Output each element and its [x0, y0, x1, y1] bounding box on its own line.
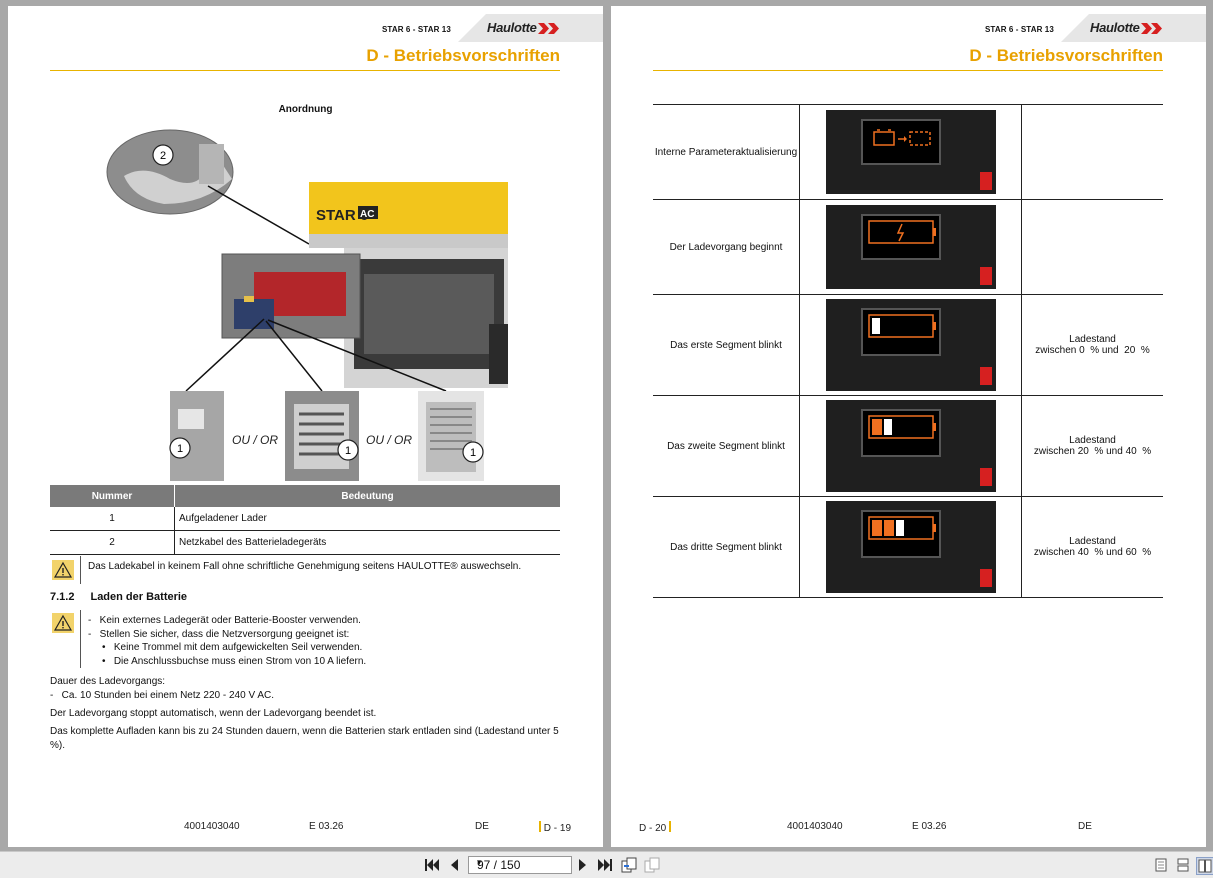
page-number-select[interactable]: 97 / 150 ▾: [468, 856, 572, 874]
auto-stop-text: Der Ladevorgang stoppt automatisch, wenn…: [50, 708, 377, 719]
status-value: Ladestand zwischen 20 % und 40 %: [1021, 395, 1163, 497]
previous-page-icon: [451, 859, 458, 871]
footer-edition: E 03.26: [309, 821, 344, 832]
haulotte-logo: Haulotte: [1090, 20, 1163, 35]
warning-bar: [80, 610, 81, 668]
svg-text:1: 1: [177, 443, 183, 455]
charger-figure: STAR 6 AC OU / OR OU / OR 2 1 1 1: [104, 124, 509, 481]
svg-text:1: 1: [470, 447, 476, 459]
section-title: D - Betriebsvorschriften: [366, 46, 560, 65]
chevron-down-icon: ▾: [477, 857, 482, 867]
charge-status-table: Interne Parameteraktualisierung Der Lade…: [653, 104, 1163, 598]
section-rule: [653, 70, 1163, 71]
go-forward-view-button[interactable]: [644, 857, 660, 873]
status-value: [1021, 104, 1163, 200]
machine-badge: AC: [360, 209, 374, 220]
svg-text:2: 2: [160, 150, 166, 162]
section-heading: 7.1.2 Laden der Batterie: [50, 591, 188, 603]
back-view-icon: [621, 857, 637, 873]
status-value: Ladestand zwischen 0 % und 20 %: [1021, 294, 1163, 396]
table-row: Das zweite Segment blinkt Ladestand zwisc…: [653, 395, 1163, 497]
brand-name: Haulotte: [487, 20, 537, 35]
duration-item: - Ca. 10 Stunden bei einem Netz 220 - 24…: [50, 690, 275, 701]
duration-label: Dauer des Ladevorgangs:: [50, 676, 166, 687]
callout-2: 2: [152, 144, 174, 166]
last-page-button[interactable]: [597, 857, 613, 873]
footer-edition: E 03.26: [912, 821, 947, 832]
header-model: STAR 6 - STAR 13: [382, 25, 451, 34]
table-row: Das erste Segment blinkt Ladestand zwisch…: [653, 294, 1163, 396]
table-row: Das dritte Segment blinkt Ladestand zwisc…: [653, 496, 1163, 598]
status-label: Das erste Segment blinkt: [653, 294, 800, 396]
status-value: Ladestand zwischen 40 % und 60 %: [1021, 496, 1163, 598]
single-page-icon: [1155, 858, 1167, 872]
warning-list: - Kein externes Ladegerät oder Batterie-…: [88, 615, 367, 667]
figure-title: Anordnung: [278, 104, 333, 115]
previous-page-button[interactable]: [446, 857, 462, 873]
callout-1c: 1: [462, 441, 484, 463]
two-page-icon: [1198, 859, 1212, 873]
charging-start-screen-icon: [825, 205, 996, 289]
svg-text:1: 1: [345, 445, 351, 457]
table-row: Der Ladevorgang beginnt: [653, 199, 1163, 295]
two-page-view-button[interactable]: [1196, 857, 1213, 875]
footer-language: DE: [475, 821, 489, 832]
footer-doc-number: 4001403040: [184, 821, 240, 832]
next-page-button[interactable]: [575, 857, 591, 873]
warning-bar: [80, 556, 81, 584]
warning-text-1: Das Ladekabel in keinem Fall ohne schrif…: [88, 561, 522, 572]
footer-page-number: D - 19: [539, 821, 571, 834]
forward-view-icon: [644, 857, 660, 873]
full-charge-text: Das komplette Aufladen kann bis zu 24 St…: [50, 726, 559, 751]
warning-icon: [52, 613, 74, 633]
footer-language: DE: [1078, 821, 1092, 832]
col-header-meaning: Bedeutung: [174, 485, 560, 507]
left-page: STAR 6 - STAR 13 Haulotte D - Betriebsvo…: [8, 6, 603, 847]
param-update-screen-icon: [825, 110, 996, 194]
single-page-view-button[interactable]: [1153, 857, 1169, 873]
first-page-icon: [425, 859, 439, 871]
status-value: [1021, 199, 1163, 295]
status-label: Das zweite Segment blinkt: [653, 395, 800, 497]
battery-segment-2-screen-icon: [825, 400, 996, 492]
go-back-view-button[interactable]: [621, 857, 637, 873]
section-rule: [50, 70, 560, 71]
status-label: Das dritte Segment blinkt: [653, 496, 800, 598]
col-header-number: Nummer: [50, 485, 175, 507]
table-row: 2 Netzkabel des Batterieladegeräts: [50, 530, 560, 555]
continuous-page-icon: [1177, 858, 1189, 872]
table-row: 1 Aufgeladener Lader: [50, 507, 560, 531]
status-label: Der Ladevorgang beginnt: [653, 199, 800, 295]
callout-1a: 1: [169, 437, 191, 459]
warning-icon: [52, 560, 74, 580]
table-row: Interne Parameteraktualisierung: [653, 104, 1163, 200]
viewer-toolbar: 97 / 150 ▾: [0, 851, 1213, 878]
battery-segment-3-screen-icon: [825, 501, 996, 593]
footer-page-number: D - 20: [639, 821, 672, 834]
brand-name: Haulotte: [1090, 20, 1140, 35]
section-title: D - Betriebsvorschriften: [969, 46, 1163, 65]
or-label-1: OU / OR: [232, 433, 278, 447]
first-page-button[interactable]: [424, 857, 440, 873]
charger-illustration: STAR 6 AC OU / OR OU / OR 2 1 1 1: [106, 129, 509, 481]
battery-segment-1-screen-icon: [825, 299, 996, 391]
right-page: STAR 6 - STAR 13 Haulotte D - Betriebsvo…: [611, 6, 1206, 847]
callout-1b: 1: [337, 439, 359, 461]
next-page-icon: [579, 859, 586, 871]
continuous-view-button[interactable]: [1175, 857, 1191, 873]
last-page-icon: [598, 859, 612, 871]
status-label: Interne Parameteraktualisierung: [653, 104, 800, 200]
haulotte-logo: Haulotte: [487, 20, 560, 35]
header-model: STAR 6 - STAR 13: [985, 25, 1054, 34]
legend-table: Nummer Bedeutung 1 Aufgeladener Lader 2 …: [50, 485, 560, 555]
footer-doc-number: 4001403040: [787, 821, 843, 832]
or-label-2: OU / OR: [366, 433, 412, 447]
